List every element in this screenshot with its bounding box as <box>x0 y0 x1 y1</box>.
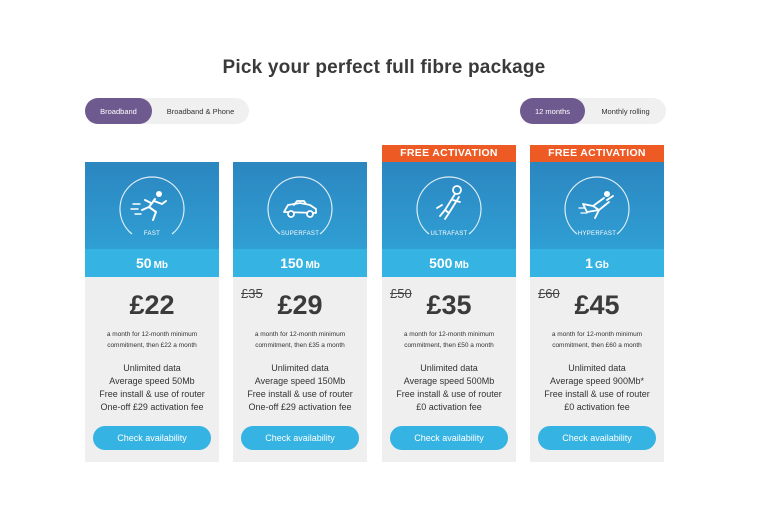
broadband-option[interactable]: Broadband <box>85 98 152 124</box>
speed-value: 150 <box>280 255 304 271</box>
package-card-superfast: SUPERFAST 150 Mb £35 £29 a month for 12-m… <box>233 162 367 462</box>
page-title: Pick your perfect full fibre package <box>222 57 546 78</box>
check-availability-button[interactable]: Check availability <box>93 426 211 450</box>
monthly-rolling-option[interactable]: Monthly rolling <box>585 98 666 124</box>
package-hero: SUPERFAST <box>233 162 367 249</box>
broadband-phone-option[interactable]: Broadband & Phone <box>152 98 249 124</box>
price: £45 <box>574 290 620 320</box>
feature-item: Free install & use of router <box>396 389 502 399</box>
package-hero: HYPERFAST <box>530 162 664 249</box>
price: £29 <box>277 290 323 320</box>
package-hero: ULTRAFAST <box>382 162 516 249</box>
package-type-toggle: Broadband Broadband & Phone <box>85 98 249 124</box>
feature-item: Free install & use of router <box>544 389 650 399</box>
running-person-icon <box>130 191 167 221</box>
feature-item: One-off £29 activation fee <box>248 402 352 412</box>
feature-item: Average speed 900Mb* <box>550 376 644 386</box>
speed-bar: 50 Mb <box>85 249 219 277</box>
price-terms: a month for 12-month minimum commitment,… <box>254 331 346 349</box>
feature-item: Free install & use of router <box>99 389 205 399</box>
superhero-icon <box>578 191 614 219</box>
tier-label: FAST <box>143 231 161 237</box>
tier-label: SUPERFAST <box>280 231 320 237</box>
feature-item: Free install & use of router <box>247 389 353 399</box>
speed-value: 1 <box>585 255 593 271</box>
speed-bar: 1 Gb <box>530 249 664 277</box>
feature-list: Unlimited data Average speed 150Mb Free … <box>233 362 367 414</box>
feature-item: Average speed 500Mb <box>403 376 495 386</box>
check-availability-button[interactable]: Check availability <box>241 426 359 450</box>
tier-label: HYPERFAST <box>577 231 617 237</box>
feature-item: Unlimited data <box>123 363 181 373</box>
speed-bar: 500 Mb <box>382 249 516 277</box>
tier-label: ULTRAFAST <box>430 231 468 237</box>
promo-banner: FREE ACTIVATION <box>530 145 664 162</box>
feature-item: £0 activation fee <box>416 402 482 412</box>
feature-item: Unlimited data <box>568 363 626 373</box>
promo-banner: FREE ACTIVATION <box>382 145 516 162</box>
rocket-icon <box>436 185 462 220</box>
twelve-months-option[interactable]: 12 months <box>520 98 585 124</box>
feature-item: Unlimited data <box>271 363 329 373</box>
price-terms: a month for 12-month minimum commitment,… <box>551 331 643 349</box>
check-availability-button[interactable]: Check availability <box>390 426 508 450</box>
price: £22 <box>129 290 175 320</box>
package-card-fast: FAST 50 Mb £22 a month for 12-month minim… <box>85 162 219 462</box>
price-terms: a month for 12-month minimum commitment,… <box>106 331 198 349</box>
price: £35 <box>426 290 472 320</box>
price-terms: a month for 12-month minimum commitment,… <box>403 331 495 349</box>
speed-bar: 150 Mb <box>233 249 367 277</box>
speed-unit: Gb <box>594 260 609 271</box>
speed-unit: Mb <box>305 260 320 271</box>
feature-item: Average speed 150Mb <box>254 376 346 386</box>
feature-list: Unlimited data Average speed 900Mb* Free… <box>530 362 664 414</box>
check-availability-button[interactable]: Check availability <box>538 426 656 450</box>
package-card-hyperfast: FREE ACTIVATION HYPERFAST 1 Gb £60 £45 a … <box>530 145 664 462</box>
speed-unit: Mb <box>454 260 469 271</box>
speed-value: 50 <box>135 255 152 271</box>
feature-item: £0 activation fee <box>564 402 630 412</box>
feature-list: Unlimited data Average speed 50Mb Free i… <box>85 362 219 414</box>
package-card-ultrafast: FREE ACTIVATION ULTRAFAST 500 Mb £50 £35 … <box>382 145 516 462</box>
feature-item: Average speed 50Mb <box>109 376 195 386</box>
feature-item: One-off £29 activation fee <box>100 402 204 412</box>
package-hero: FAST <box>85 162 219 249</box>
speed-value: 500 <box>429 255 453 271</box>
feature-item: Unlimited data <box>420 363 478 373</box>
speed-unit: Mb <box>153 260 169 271</box>
contract-term-toggle: 12 months Monthly rolling <box>520 98 666 124</box>
race-car-icon <box>283 200 317 218</box>
feature-list: Unlimited data Average speed 500Mb Free … <box>382 362 516 414</box>
